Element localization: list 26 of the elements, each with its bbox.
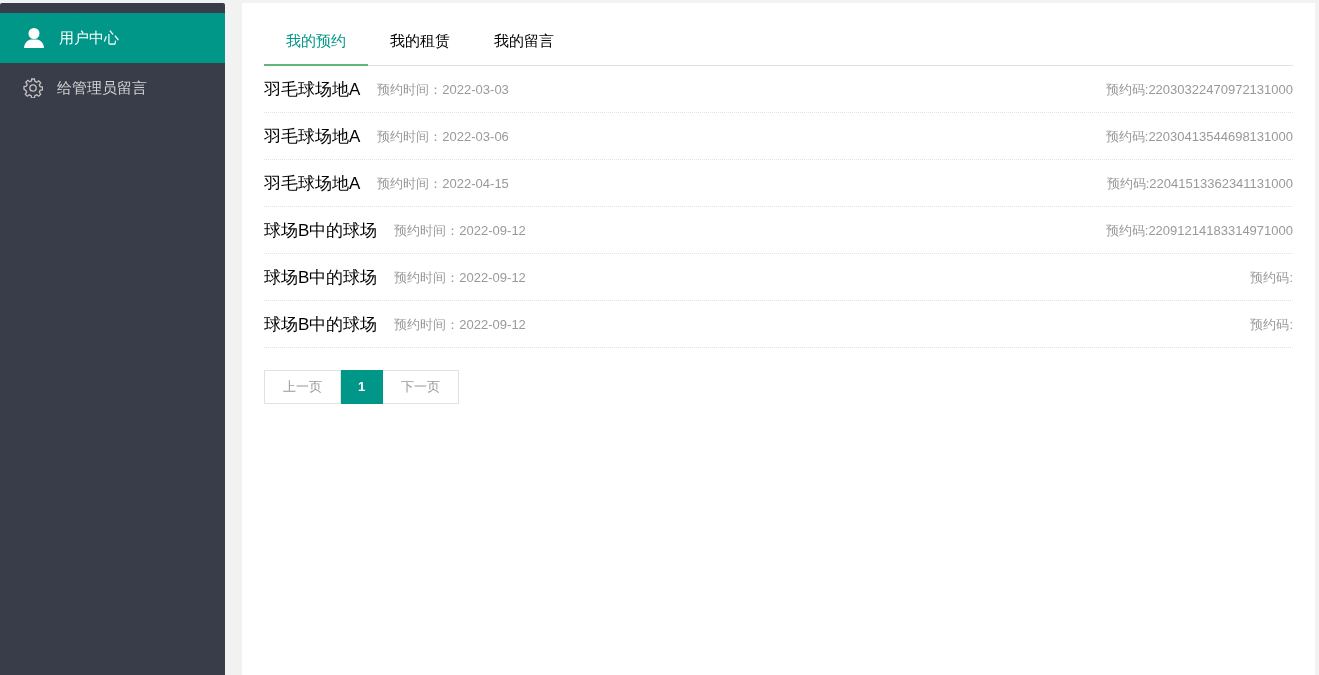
tab[interactable]: 我的租赁: [368, 13, 472, 66]
tab[interactable]: 我的预约: [264, 13, 368, 66]
settings-icon: [23, 78, 43, 98]
reservation-code: 预约码:: [1250, 268, 1293, 287]
sidebar-item[interactable]: 用户中心: [0, 13, 225, 63]
venue-name: 球场B中的球场: [264, 267, 378, 289]
reservation-time: 预约时间：2022-09-12: [394, 221, 526, 240]
reservation-code: 预约码:22030413544698131000: [1105, 127, 1293, 146]
reservation-time: 预约时间：2022-03-03: [377, 80, 509, 99]
user-icon: [23, 27, 45, 49]
reservation-code: 预约码:22091214183314971000: [1105, 221, 1293, 240]
reservation-code: 预约码:22041513362341131000: [1106, 174, 1293, 193]
reservation-code: 预约码:22030322470972131000: [1105, 80, 1293, 99]
venue-name: 球场B中的球场: [264, 220, 378, 242]
sidebar-item[interactable]: 给管理员留言: [0, 63, 225, 113]
reservation-code: 预约码:: [1250, 315, 1293, 334]
reservation-time: 预约时间：2022-04-15: [377, 174, 509, 193]
page-number-button[interactable]: 1: [341, 370, 384, 404]
venue-name: 羽毛球场地A: [264, 173, 361, 195]
venue-name: 羽毛球场地A: [264, 79, 361, 101]
venue-name: 羽毛球场地A: [264, 126, 361, 148]
tab[interactable]: 我的留言: [472, 13, 576, 66]
reservation-time: 预约时间：2022-09-12: [394, 315, 526, 334]
reservation-time: 预约时间：2022-09-12: [394, 268, 526, 287]
venue-name: 球场B中的球场: [264, 314, 378, 336]
reservation-time: 预约时间：2022-03-06: [377, 127, 509, 146]
